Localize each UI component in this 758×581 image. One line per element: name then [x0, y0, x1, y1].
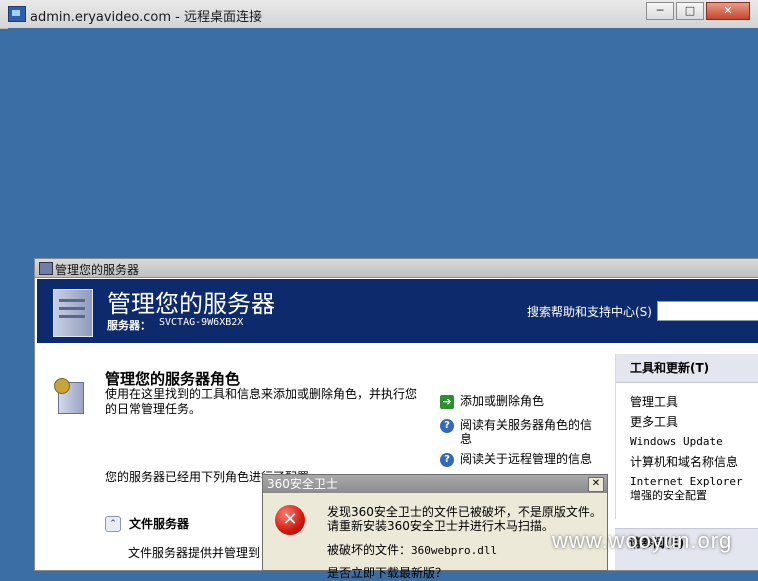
- server-small-icon: [39, 262, 53, 275]
- side-link-admin-tools[interactable]: 管理工具: [616, 395, 755, 409]
- damaged-file-label: 被破坏的文件：: [327, 543, 412, 557]
- add-remove-role-link[interactable]: ➔ 添加或删除角色: [440, 394, 600, 409]
- search-help-label: 搜索帮助和支持中心(S): [527, 305, 652, 319]
- side-link-computer-domain[interactable]: 计算机和域名称信息: [616, 455, 755, 469]
- error-icon: ✕: [275, 505, 305, 535]
- file-server-title: 文件服务器: [129, 517, 190, 531]
- collapse-icon[interactable]: ⌃: [105, 515, 121, 532]
- read-server-roles-link[interactable]: ? 阅读有关服务器角色的信息: [440, 418, 600, 446]
- side-link-windows-update[interactable]: Windows Update: [616, 435, 755, 449]
- server-label: 服务器：: [107, 319, 151, 332]
- close-button[interactable]: ✕: [706, 2, 750, 20]
- roles-heading: 管理您的服务器角色: [105, 370, 241, 388]
- window-titlebar[interactable]: admin.eryavideo.com - 远程桌面连接 ─ □ ✕: [0, 0, 758, 29]
- file-server-role[interactable]: ⌃ 文件服务器: [105, 515, 189, 532]
- help-icon: ?: [440, 419, 454, 433]
- window-title: admin.eryavideo.com - 远程桌面连接: [30, 10, 263, 25]
- watermark: www.wooyun.org: [552, 528, 733, 553]
- manage-server-window-title: 管理您的服务器: [55, 263, 140, 277]
- manage-server-titlebar[interactable]: 管理您的服务器: [35, 259, 758, 278]
- tools-updates-panel: 工具和更新(T) 管理工具 更多工具 Windows Update 计算机和域名…: [615, 354, 758, 519]
- side-link-more-tools[interactable]: 更多工具: [616, 415, 755, 429]
- search-help-input[interactable]: [657, 301, 758, 321]
- manage-server-banner: 管理您的服务器 服务器： SVCTAG-9W6XB2X 搜索帮助和支持中心(S): [37, 279, 758, 343]
- window-controls: ─ □ ✕: [646, 2, 750, 20]
- tools-updates-heading[interactable]: 工具和更新(T): [616, 354, 758, 383]
- server-roles-icon: [54, 378, 88, 414]
- damaged-file-name: 360webpro.dll: [411, 544, 498, 557]
- dialog-message-line1: 发现360安全卫士的文件已被破坏，不是原版文件。: [327, 505, 602, 519]
- read-remote-admin-link[interactable]: ? 阅读关于远程管理的信息: [440, 452, 600, 467]
- server-name: SVCTAG-9W6XB2X: [159, 317, 244, 328]
- remote-desktop-icon: [8, 6, 26, 22]
- security-alert-dialog: 360安全卫士 ✕ ✕ 发现360安全卫士的文件已被破坏，不是原版文件。 请重新…: [262, 474, 608, 580]
- side-link-ie-security[interactable]: Internet Explorer 增强的安全配置: [616, 475, 755, 503]
- dialog-prompt: 是否立即下载最新版？: [327, 566, 448, 580]
- roles-description: 使用在这里找到的工具和信息来添加或删除角色，并执行您的日常管理任务。: [105, 387, 418, 416]
- server-icon: [47, 285, 97, 339]
- dialog-title: 360安全卫士: [267, 477, 338, 491]
- maximize-button[interactable]: □: [676, 2, 704, 20]
- dialog-damaged-file: 被破坏的文件：360webpro.dll: [327, 541, 497, 558]
- arrow-icon: ➔: [440, 395, 454, 409]
- help-icon: ?: [440, 453, 454, 467]
- minimize-button[interactable]: ─: [646, 2, 674, 20]
- file-server-description: 文件服务器提供并管理到: [128, 546, 261, 560]
- dialog-close-button[interactable]: ✕: [588, 477, 604, 492]
- dialog-titlebar[interactable]: 360安全卫士 ✕: [263, 475, 607, 493]
- banner-title: 管理您的服务器: [107, 290, 275, 318]
